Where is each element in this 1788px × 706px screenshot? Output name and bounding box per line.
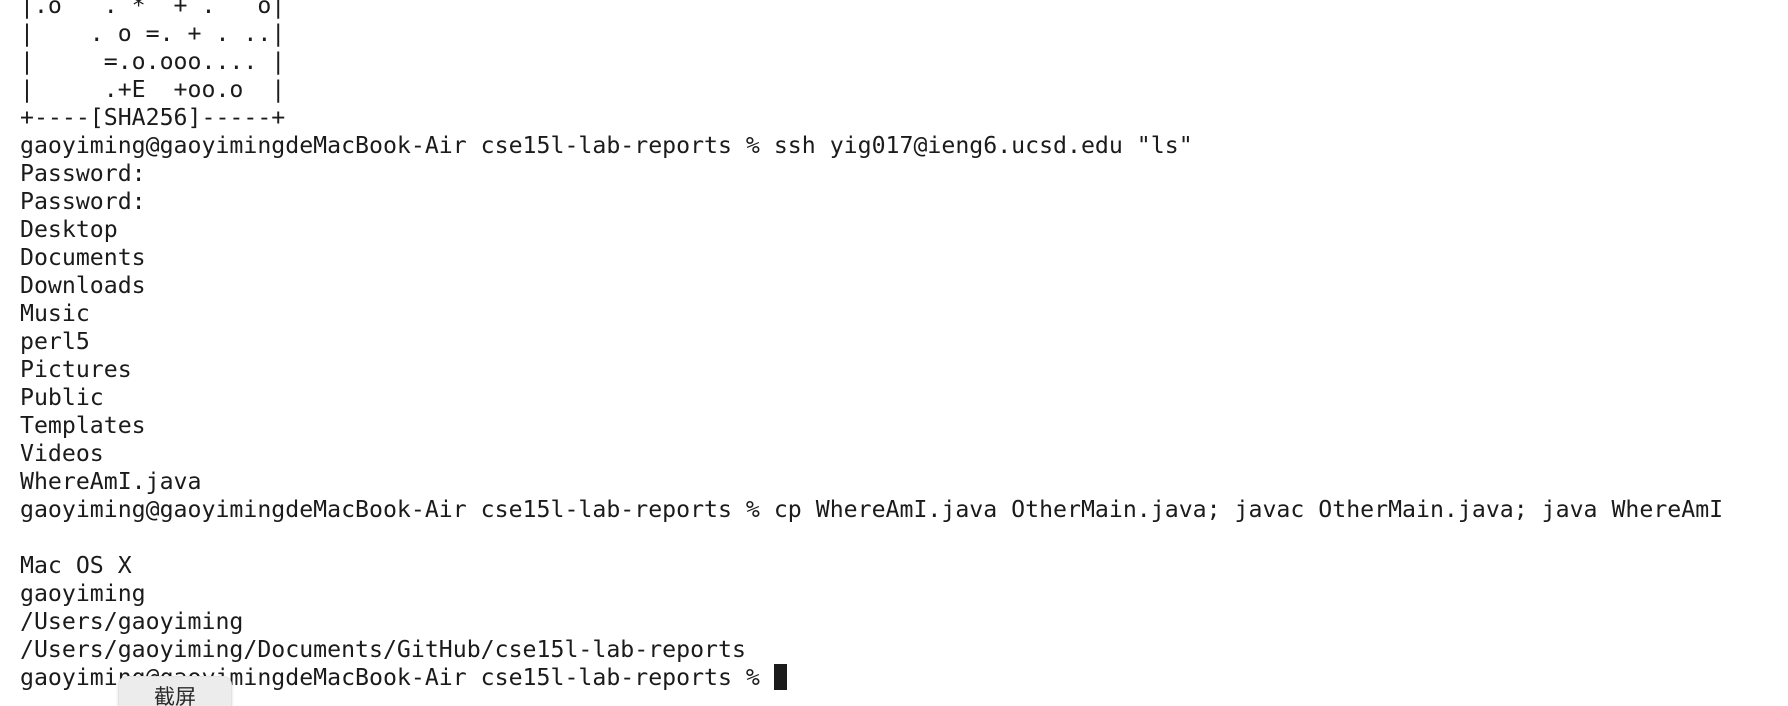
ls-output-item: Downloads (20, 272, 146, 299)
ascii-art-line: |.o . * + . o| (20, 0, 286, 19)
command-line: gaoyiming@gaoyimingdeMacBook-Air cse15l-… (20, 496, 1723, 524)
command-text: ssh yig017@ieng6.ucsd.edu "ls" (759, 132, 1193, 159)
program-output-line: /Users/gaoyiming (20, 608, 244, 635)
program-output-line: gaoyiming (20, 580, 146, 607)
ls-output-item: Pictures (20, 356, 132, 383)
program-output-line: Mac OS X (20, 552, 132, 579)
terminal-window[interactable]: |.o . * + . o| | . o =. + . ..| | =.o.oo… (0, 0, 1788, 706)
ls-output-item: Videos (20, 440, 104, 467)
shell-prompt: gaoyiming@gaoyimingdeMacBook-Air cse15l-… (20, 496, 760, 523)
password-prompt: Password: (20, 160, 146, 187)
command-text: cp WhereAmI.java OtherMain.java; javac O… (759, 496, 1724, 523)
screenshot-tooltip: 截屏 (118, 676, 232, 706)
ls-output-item: Music (20, 300, 90, 327)
ls-output-item: Documents (20, 244, 146, 271)
text-cursor (773, 664, 787, 690)
ls-output-item: Public (20, 384, 104, 411)
active-command-line[interactable]: gaoyiming@gaoyimingdeMacBook-Air cse15l-… (20, 664, 1723, 692)
terminal-output: |.o . * + . o| | . o =. + . ..| | =.o.oo… (20, 0, 1723, 692)
program-output-line (20, 524, 1723, 552)
command-line: gaoyiming@gaoyimingdeMacBook-Air cse15l-… (20, 132, 1723, 160)
ascii-art-line: | .+E +oo.o | (20, 76, 286, 103)
ascii-art-line: | . o =. + . ..| (20, 20, 286, 47)
ascii-art-footer: +----[SHA256]-----+ (20, 104, 286, 131)
ls-output-item: Templates (20, 412, 146, 439)
ls-output-item: perl5 (20, 328, 90, 355)
ls-output-item: WhereAmI.java (20, 468, 202, 495)
shell-prompt: gaoyiming@gaoyimingdeMacBook-Air cse15l-… (20, 132, 760, 159)
ascii-art-line: | =.o.ooo.... | (20, 48, 286, 75)
ls-output-item: Desktop (20, 216, 118, 243)
password-prompt: Password: (20, 188, 146, 215)
program-output-line: /Users/gaoyiming/Documents/GitHub/cse15l… (20, 636, 746, 663)
